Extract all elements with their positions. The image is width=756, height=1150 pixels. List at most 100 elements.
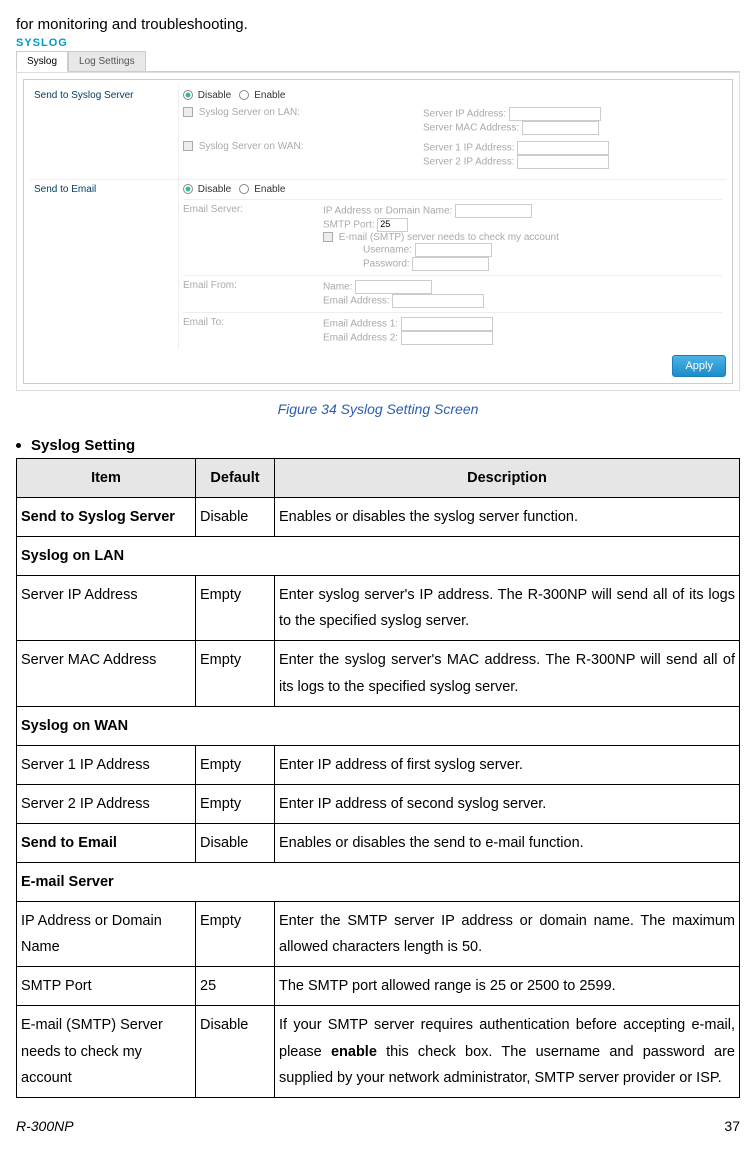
th-default: Default <box>196 459 275 498</box>
label-syslog-wan: Syslog Server on WAN: <box>199 141 304 152</box>
radio-email-enable[interactable] <box>239 184 249 194</box>
table-section: Syslog on LAN <box>17 537 740 576</box>
figure-caption: Figure 34 Syslog Setting Screen <box>16 401 740 417</box>
cell: Enter IP address of second syslog server… <box>275 784 740 823</box>
cell: Send to Syslog Server <box>21 509 175 525</box>
tab-bar: Syslog Log Settings <box>16 51 740 72</box>
label-email-addr2: Email Address 2: <box>323 333 398 344</box>
label-send-syslog: Send to Syslog Server <box>30 86 179 180</box>
cell: Syslog on WAN <box>17 706 740 745</box>
label-server-ip: Server IP Address: <box>423 109 506 120</box>
cell: Server MAC Address <box>17 641 196 706</box>
heading-text: Syslog Setting <box>31 437 135 454</box>
footer: R-300NP 37 <box>16 1118 740 1134</box>
input-server-ip[interactable] <box>509 107 601 121</box>
table-row: IP Address or Domain Name Empty Enter th… <box>17 902 740 967</box>
input-password[interactable] <box>412 257 489 271</box>
label-send-email: Send to Email <box>30 180 179 350</box>
cell: Empty <box>196 902 275 967</box>
footer-model: R-300NP <box>16 1118 74 1134</box>
label-server1-ip: Server 1 IP Address: <box>423 143 515 154</box>
label-server2-ip: Server 2 IP Address: <box>423 157 515 168</box>
input-name[interactable] <box>355 280 432 294</box>
table-row: Send to Syslog Server Disable Enables or… <box>17 498 740 537</box>
label-smtp-check: E-mail (SMTP) server needs to check my a… <box>339 232 559 243</box>
tab-log-settings[interactable]: Log Settings <box>68 51 146 71</box>
label-enable-2: Enable <box>254 184 285 195</box>
cell: E-mail (SMTP) Server needs to check my a… <box>17 1006 196 1097</box>
cell: If your SMTP server requires authenticat… <box>275 1006 740 1097</box>
table-row: Server IP Address Empty Enter syslog ser… <box>17 576 740 641</box>
apply-button[interactable]: Apply <box>672 355 726 377</box>
label-email-address: Email Address: <box>323 296 390 307</box>
radio-email-disable[interactable] <box>183 184 193 194</box>
cell: Enter IP address of first syslog server. <box>275 745 740 784</box>
input-email-to-1[interactable] <box>401 317 493 331</box>
label-disable: Disable <box>198 90 231 101</box>
table-row: SMTP Port 25 The SMTP port allowed range… <box>17 967 740 1006</box>
cell: Send to Email <box>21 835 117 851</box>
cell: Empty <box>196 641 275 706</box>
label-syslog-lan: Syslog Server on LAN: <box>199 107 300 118</box>
label-username: Username: <box>363 245 412 256</box>
input-email-from[interactable] <box>392 294 484 308</box>
checkbox-wan[interactable] <box>183 141 193 151</box>
table-section: E-mail Server <box>17 863 740 902</box>
label-ip-domain: IP Address or Domain Name: <box>323 206 452 217</box>
cell: Disable <box>196 823 275 862</box>
label-smtp-port: SMTP Port: <box>323 220 375 231</box>
th-description: Description <box>275 459 740 498</box>
cell: Empty <box>196 784 275 823</box>
cell: Empty <box>196 745 275 784</box>
checkbox-smtp-auth[interactable] <box>323 232 333 242</box>
label-disable-2: Disable <box>198 184 231 195</box>
cell: Syslog on LAN <box>17 537 740 576</box>
input-smtp-port[interactable]: 25 <box>377 218 408 232</box>
label-email-server: Email Server: <box>183 204 323 271</box>
cell: Server 1 IP Address <box>17 745 196 784</box>
footer-page: 37 <box>724 1118 740 1134</box>
table-row: Send to Email Disable Enables or disable… <box>17 823 740 862</box>
settings-table: Item Default Description Send to Syslog … <box>16 458 740 1098</box>
label-password: Password: <box>363 259 410 270</box>
input-ip-domain[interactable] <box>455 204 532 218</box>
cell: SMTP Port <box>17 967 196 1006</box>
cell: The SMTP port allowed range is 25 or 250… <box>275 967 740 1006</box>
cell: Enables or disables the send to e-mail f… <box>275 823 740 862</box>
checkbox-lan[interactable] <box>183 107 193 117</box>
table-row: Server MAC Address Empty Enter the syslo… <box>17 641 740 706</box>
cell: Disable <box>196 498 275 537</box>
cell: 25 <box>196 967 275 1006</box>
intro-text: for monitoring and troubleshooting. <box>16 16 740 33</box>
label-email-addr1: Email Address 1: <box>323 319 398 330</box>
cell: IP Address or Domain Name <box>17 902 196 967</box>
cell: Enter the syslog server's MAC address. T… <box>275 641 740 706</box>
cell: Server IP Address <box>17 576 196 641</box>
label-email-to: Email To: <box>183 317 323 345</box>
cell: Empty <box>196 576 275 641</box>
input-server-mac[interactable] <box>522 121 599 135</box>
cell: Disable <box>196 1006 275 1097</box>
table-row: Server 2 IP Address Empty Enter IP addre… <box>17 784 740 823</box>
table-section: Syslog on WAN <box>17 706 740 745</box>
label-name: Name: <box>323 282 352 293</box>
label-enable: Enable <box>254 90 285 101</box>
cell: Enter the SMTP server IP address or doma… <box>275 902 740 967</box>
cell: Enter syslog server's IP address. The R-… <box>275 576 740 641</box>
th-item: Item <box>17 459 196 498</box>
label-email-from: Email From: <box>183 280 323 308</box>
table-row: Server 1 IP Address Empty Enter IP addre… <box>17 745 740 784</box>
cell: Server 2 IP Address <box>17 784 196 823</box>
tab-syslog[interactable]: Syslog <box>16 51 68 72</box>
section-heading: Syslog Setting <box>16 437 740 454</box>
cell: Enables or disables the syslog server fu… <box>275 498 740 537</box>
input-email-to-2[interactable] <box>401 331 493 345</box>
radio-syslog-disable[interactable] <box>183 90 193 100</box>
input-username[interactable] <box>415 243 492 257</box>
radio-syslog-enable[interactable] <box>239 90 249 100</box>
cell: E-mail Server <box>17 863 740 902</box>
syslog-panel-outer: Send to Syslog Server Disable Enable Sys… <box>16 72 740 391</box>
input-server1-ip[interactable] <box>517 141 609 155</box>
syslog-title: SYSLOG <box>16 37 740 49</box>
input-server2-ip[interactable] <box>517 155 609 169</box>
